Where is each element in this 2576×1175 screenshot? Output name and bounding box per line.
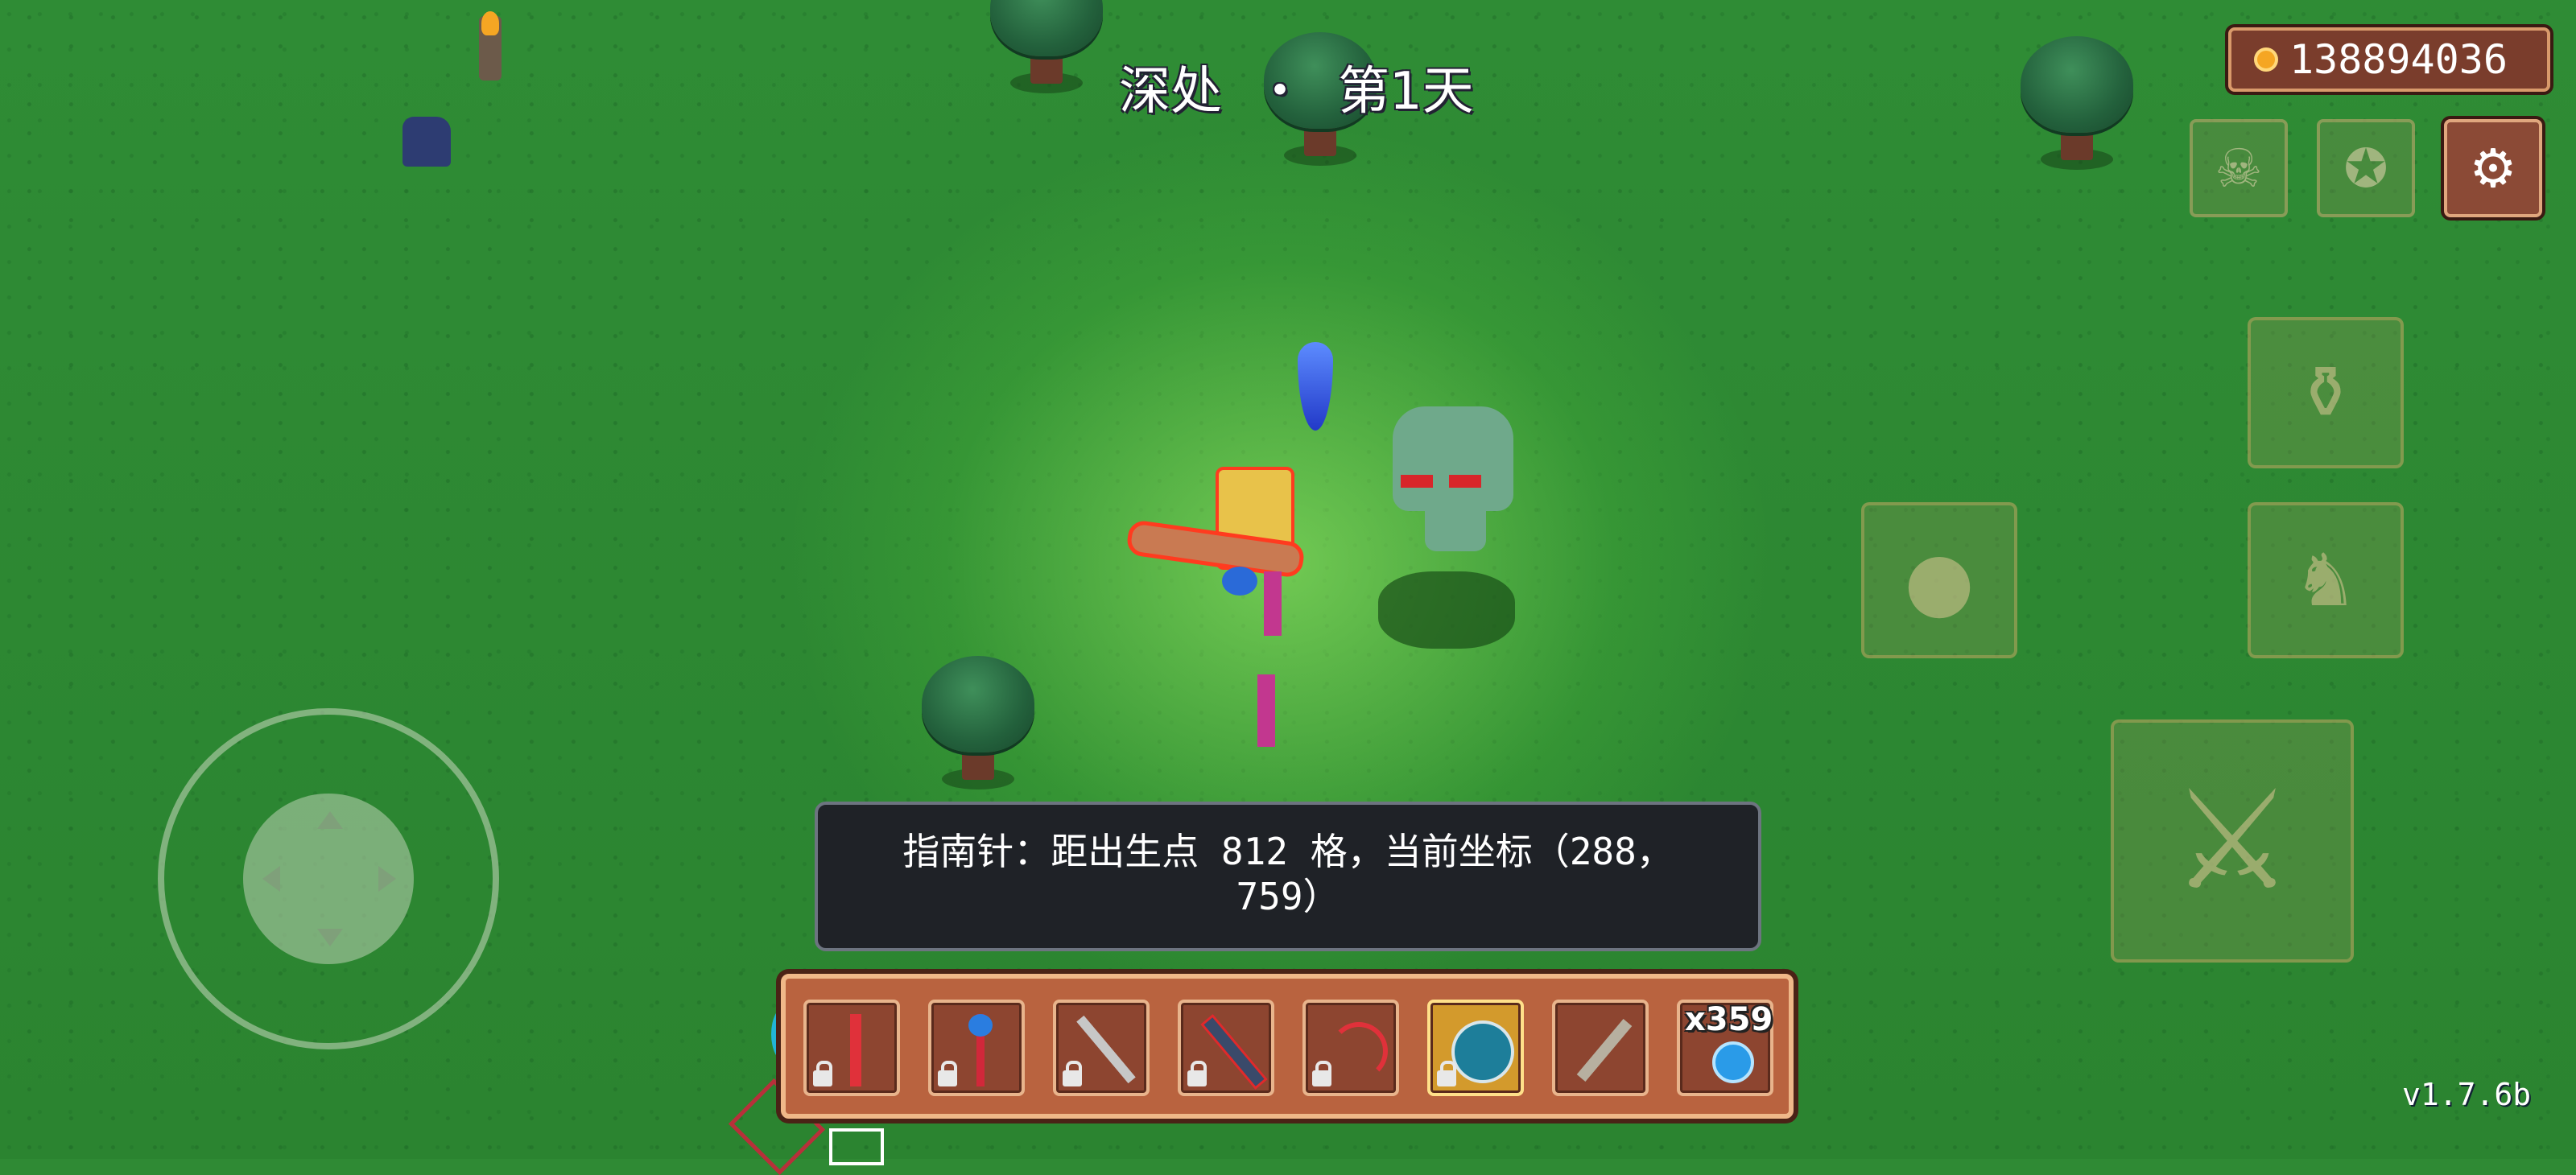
syringe-icon [1571, 1014, 1636, 1086]
skull-enemy[interactable] [1393, 406, 1513, 511]
bag-button[interactable]: ✪ [2317, 119, 2415, 217]
tree [2017, 36, 2137, 173]
tree [986, 0, 1107, 97]
tooltip-line-1: 指南针：距出生点 812 格，当前坐标（288， [902, 830, 1674, 873]
version-label: v1.7.6b [2402, 1077, 2532, 1112]
lock-icon [1063, 1061, 1082, 1086]
item-stack-count: x359 [1685, 1001, 1773, 1038]
red-staff-icon [947, 1014, 1012, 1086]
coin-icon [2254, 47, 2278, 72]
skull-jaw [1425, 503, 1486, 551]
chain-whip-icon [1072, 1014, 1137, 1086]
summon-button[interactable]: ♞ [2248, 502, 2404, 658]
rock-icon: ● [1904, 533, 1975, 628]
potion-button[interactable]: ⚱ [2248, 317, 2404, 468]
enemy-shadow [1378, 571, 1515, 649]
blue-crystal [1298, 342, 1333, 431]
title-separator: ・ [1254, 62, 1306, 122]
red-sword-icon [823, 1014, 887, 1086]
gold-amount: 138894036 [2289, 36, 2508, 83]
white-frame [829, 1128, 884, 1165]
torch-flame [481, 11, 499, 35]
hotbar-slot-4[interactable] [1178, 1000, 1274, 1096]
player-orb [1222, 567, 1257, 596]
potion-icon: ⚱ [2295, 350, 2356, 435]
hotbar-slot-1[interactable] [803, 1000, 900, 1096]
lock-icon [1437, 1061, 1456, 1086]
red-bow-icon [1322, 1014, 1388, 1086]
lock-icon [938, 1061, 957, 1086]
hotbar-slot-6-selected[interactable] [1427, 1000, 1524, 1096]
settings-icon: ⚙ [2469, 137, 2517, 200]
hotbar-slot-3[interactable] [1053, 1000, 1150, 1096]
pink-minion [1264, 571, 1282, 636]
lock-icon [1187, 1061, 1207, 1086]
rock-button[interactable]: ● [1861, 502, 2017, 658]
tree [918, 656, 1038, 793]
joystick-left-arrow-icon [262, 866, 280, 892]
blue-rock [402, 117, 451, 167]
hotbar-slot-2[interactable] [928, 1000, 1025, 1096]
dark-mace-icon [1197, 1013, 1268, 1090]
tooltip-line-2: 759） [1236, 875, 1340, 918]
summon-icon: ♞ [2293, 538, 2359, 623]
hotbar-slot-8[interactable]: x359 [1677, 1000, 1773, 1096]
joystick-up-arrow-icon [317, 811, 343, 829]
pink-minion [1257, 674, 1275, 747]
settings-button[interactable]: ⚙ [2444, 119, 2542, 217]
gold-counter: 138894036 [2228, 27, 2550, 92]
hotbar: x359 [781, 974, 1794, 1119]
attack-button[interactable]: ⚔ [2111, 719, 2354, 963]
joystick-down-arrow-icon [317, 929, 343, 946]
character-button[interactable]: ☠ [2190, 119, 2288, 217]
weapon-attack-icon: ⚔ [2170, 761, 2294, 921]
hotbar-slot-5[interactable] [1302, 1000, 1399, 1096]
compass-tooltip: 指南针：距出生点 812 格，当前坐标（288， 759） [815, 802, 1761, 951]
location-day-title: 深处・第1天 [1119, 50, 1474, 124]
lock-icon [813, 1061, 832, 1086]
character-icon: ☠ [2215, 137, 2263, 200]
location-name: 深处 [1119, 62, 1222, 122]
hotbar-slot-7[interactable] [1552, 1000, 1649, 1096]
skull-eye-right [1449, 475, 1481, 488]
skull-eye-left [1401, 475, 1433, 488]
joystick-right-arrow-icon [378, 866, 396, 892]
lock-icon [1312, 1061, 1331, 1086]
compass-icon [1447, 1014, 1514, 1086]
bag-icon: ✪ [2343, 137, 2388, 200]
day-counter: 第1天 [1338, 62, 1474, 122]
